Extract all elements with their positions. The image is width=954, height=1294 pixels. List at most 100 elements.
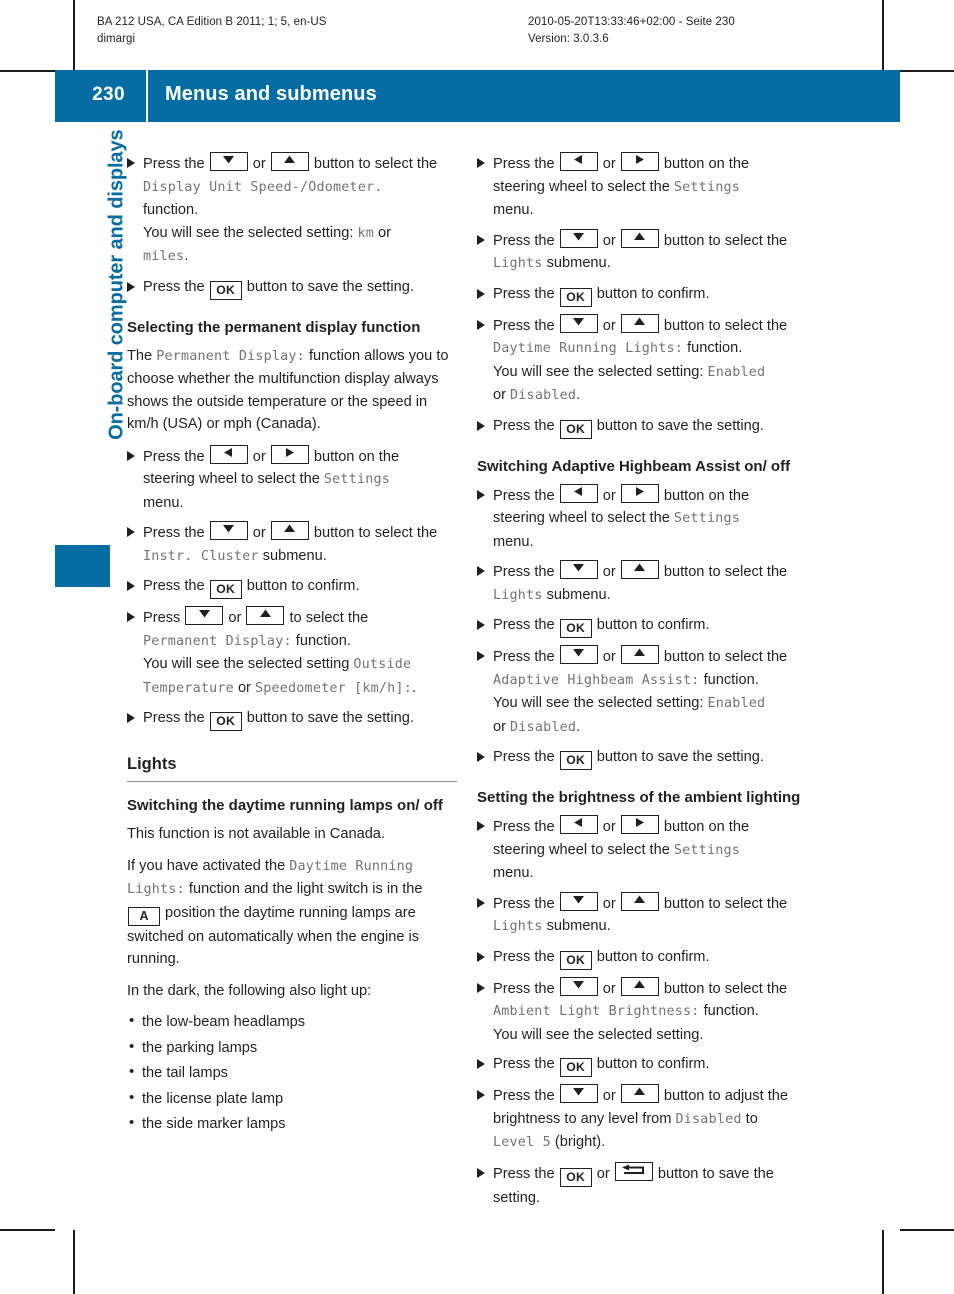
step-line: Ambient Light Brightness: function.	[493, 1003, 759, 1019]
ok-button[interactable]: OK	[209, 580, 242, 599]
right-arrow-button[interactable]	[620, 483, 659, 503]
step-line: Adaptive Highbeam Assist: function.	[493, 671, 759, 688]
up-arrow-button[interactable]	[620, 1084, 659, 1103]
right-arrow-button[interactable]	[620, 152, 659, 171]
step-line: Press the or button on the	[493, 815, 749, 835]
ok-button[interactable]: OK	[559, 1167, 592, 1187]
step-triangle-icon	[127, 612, 135, 622]
instruction-step: Press the OK button to confirm.	[477, 946, 807, 970]
down-arrow-button[interactable]	[559, 228, 598, 248]
instruction-step: Press the or button to select the Lights …	[477, 228, 807, 276]
steps-adaptive-highbeam-assist: Press the or button on the steering wheel…	[477, 483, 807, 770]
instruction-step: Press the OK button to save the setting.	[127, 707, 457, 731]
right-arrow-button[interactable]	[620, 815, 659, 834]
left-arrow-button[interactable]	[559, 483, 598, 503]
down-arrow-button[interactable]	[559, 313, 598, 333]
step-line: Lights submenu.	[493, 918, 611, 934]
section-heading-lights: Lights	[127, 754, 457, 782]
down-arrow-button[interactable]	[559, 645, 598, 664]
left-arrow-button[interactable]	[559, 815, 598, 834]
down-arrow-button[interactable]	[559, 891, 598, 911]
display-text: Adaptive Highbeam Assist:	[493, 672, 700, 688]
step-line: Press or to select the	[143, 606, 368, 626]
step-line: menu.	[493, 533, 534, 550]
step-line: Display Unit Speed-/Odometer.	[143, 179, 383, 195]
ok-button[interactable]: OK	[559, 950, 592, 970]
up-arrow-button[interactable]	[620, 313, 659, 333]
instruction-step: Press the OK button to confirm.	[477, 283, 807, 307]
step-triangle-icon	[477, 821, 485, 831]
ok-button[interactable]: OK	[559, 619, 592, 638]
instruction-step: Press or to select the Permanent Display:…	[127, 606, 457, 700]
down-arrow-button[interactable]	[209, 152, 248, 171]
step-triangle-icon	[127, 581, 135, 591]
running-header-left-line1: BA 212 USA, CA Edition B 2011; 1; 5, en-…	[97, 16, 327, 28]
step-line: Press the or button to select the	[493, 228, 787, 249]
step-line: You will see the selected setting: Enabl…	[493, 363, 766, 380]
up-arrow-button[interactable]	[246, 606, 285, 625]
running-header-left-line2: dimargi	[97, 33, 136, 45]
paragraph-permanent-display: The Permanent Display: function allows y…	[127, 347, 449, 433]
up-arrow-button[interactable]	[270, 152, 309, 171]
display-text: Settings	[673, 842, 741, 858]
display-text: Speedometer [km/h]:	[254, 680, 412, 696]
up-arrow-button[interactable]	[620, 976, 659, 996]
up-arrow-button[interactable]	[620, 645, 659, 664]
step-line: steering wheel to select the Settings	[493, 510, 741, 526]
ok-button[interactable]: OK	[209, 712, 242, 731]
back-button[interactable]	[614, 1161, 653, 1181]
step-triangle-icon	[127, 527, 135, 537]
step-line: Press the or button to select the	[143, 521, 437, 541]
step-line: Lights submenu.	[493, 255, 611, 271]
ok-button[interactable]: OK	[559, 1058, 592, 1077]
steps-permanent-display: Press the or button on the steering wheel…	[127, 444, 457, 731]
step-line: miles.	[143, 248, 189, 264]
step-triangle-icon	[477, 651, 485, 661]
step-line: Daytime Running Lights: function.	[493, 340, 743, 356]
ok-button[interactable]: OK	[559, 419, 592, 439]
paragraph-daytime-activated: If you have activated the Daytime Runnin…	[127, 857, 423, 968]
step-triangle-icon	[127, 158, 135, 168]
step-triangle-icon	[477, 1167, 485, 1178]
step-line: You will see the selected setting.	[493, 1026, 704, 1043]
step-line: steering wheel to select the Settings	[143, 471, 391, 487]
right-column: Press the or button on the steering wheel…	[477, 152, 807, 1216]
step-triangle-icon	[477, 1059, 485, 1069]
step-line: Permanent Display: function.	[143, 632, 351, 649]
up-arrow-button[interactable]	[620, 891, 659, 911]
ok-button[interactable]: OK	[559, 287, 592, 307]
step-line: Press the or button on the	[493, 483, 749, 504]
heading-ambient-lighting: Setting the brightness of the ambient li…	[477, 789, 801, 806]
right-arrow-button[interactable]	[270, 444, 309, 464]
display-text: Settings	[673, 179, 741, 195]
display-text: Outside	[353, 657, 412, 672]
step-line: Press the OK button to save the setting.	[493, 749, 764, 770]
auto-light-switch-position[interactable]: A	[128, 906, 160, 926]
step-line: Press the OK or button to save the	[493, 1161, 774, 1187]
display-text: Permanent Display:	[156, 348, 305, 364]
step-line: Press the or button to select the	[493, 645, 787, 665]
instruction-step: Press the OK button to save the setting.	[477, 415, 807, 439]
step-line: menu.	[493, 202, 534, 218]
down-arrow-button[interactable]	[559, 976, 598, 996]
left-arrow-button[interactable]	[559, 152, 598, 171]
up-arrow-button[interactable]	[270, 521, 309, 540]
crop-mark-bottom-left-h	[0, 1229, 55, 1231]
step-line: Press the OK button to confirm.	[493, 617, 710, 638]
step-line: Press the OK button to confirm.	[493, 1056, 710, 1077]
step-line: Press the or button to adjust the	[493, 1084, 788, 1104]
ok-button[interactable]: OK	[209, 280, 242, 300]
page-number: 230	[92, 84, 125, 105]
down-arrow-button[interactable]	[559, 560, 598, 579]
crop-mark-top-right-h	[900, 70, 954, 72]
up-arrow-button[interactable]	[620, 560, 659, 579]
down-arrow-button[interactable]	[185, 606, 224, 625]
step-line: steering wheel to select the Settings	[493, 178, 741, 195]
step-line: Press the or button to select the	[493, 976, 787, 997]
down-arrow-button[interactable]	[559, 1084, 598, 1103]
left-column: Press the or button to select the Displa…	[127, 152, 457, 1139]
up-arrow-button[interactable]	[620, 228, 659, 248]
down-arrow-button[interactable]	[209, 521, 248, 540]
left-arrow-button[interactable]	[209, 444, 248, 464]
ok-button[interactable]: OK	[559, 751, 592, 770]
